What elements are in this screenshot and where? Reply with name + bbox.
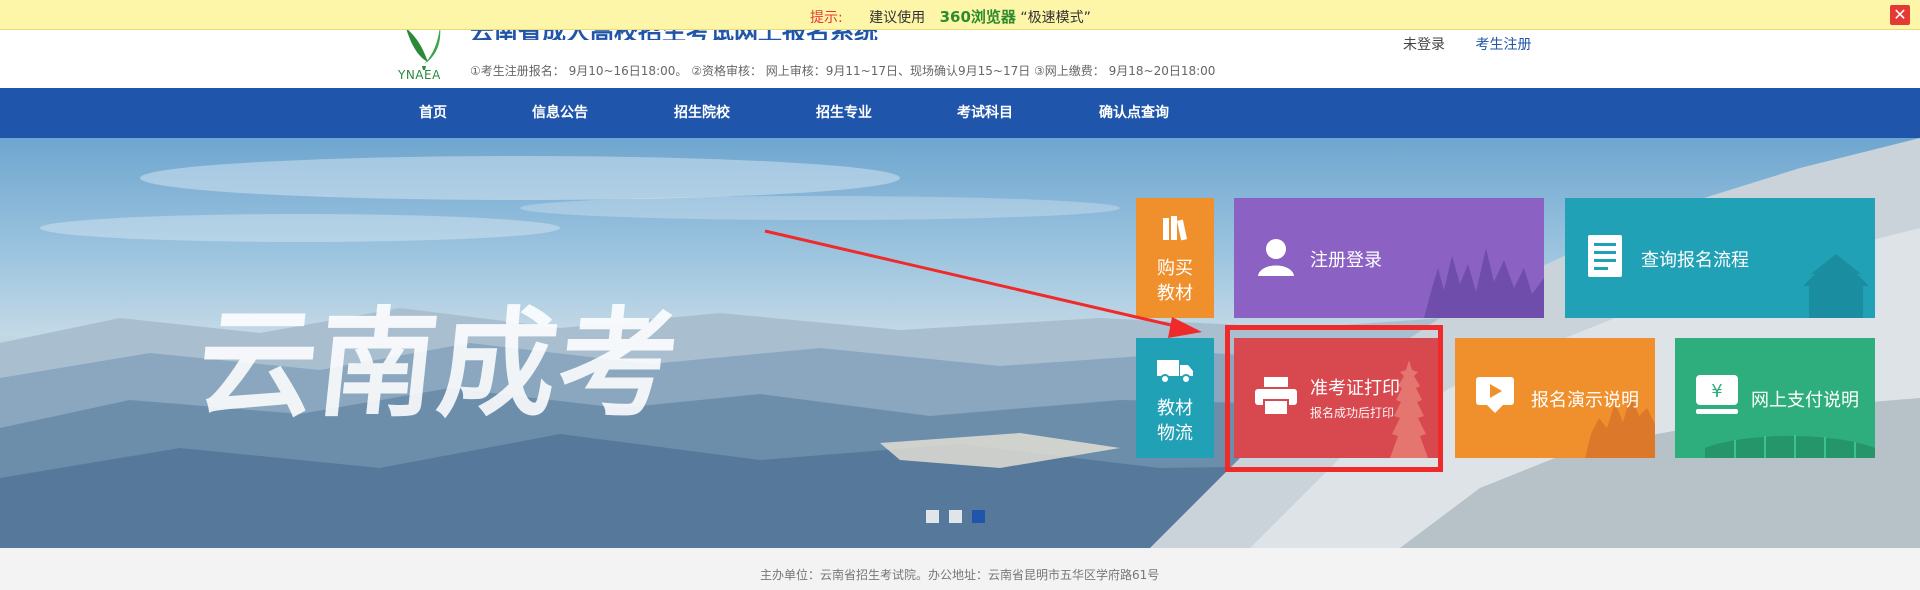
book-logistics-line2: 物流 — [1157, 423, 1193, 444]
logo-text: YNAEA — [398, 68, 441, 82]
truck-icon — [1157, 360, 1193, 384]
nav-item-subjects[interactable]: 考试科目 — [957, 88, 1013, 138]
carousel-dot-3[interactable] — [972, 510, 985, 523]
books-icon — [1163, 216, 1188, 241]
document-icon — [1588, 235, 1622, 277]
register-login-tile[interactable]: 注册登录 — [1234, 198, 1544, 318]
nav-item-confirm-points[interactable]: 确认点查询 — [1099, 88, 1169, 138]
notice-mode: “极速模式” — [1020, 10, 1091, 26]
registration-demo-tile[interactable]: 报名演示说明 — [1455, 338, 1655, 458]
nav-item-colleges[interactable]: 招生院校 — [674, 88, 730, 138]
annotation-highlight-box — [1225, 325, 1443, 472]
notice-prefix: 建议使用 — [869, 10, 926, 26]
registration-demo-label: 报名演示说明 — [1531, 390, 1639, 411]
site-footer: 主办单位：云南省招生考试院。办公地址：云南省昆明市五华区学府路61号 — [0, 548, 1920, 590]
register-login-label: 注册登录 — [1310, 250, 1382, 271]
book-logistics-tile[interactable]: 教材 物流 — [1136, 338, 1214, 458]
bridge-decoration — [1705, 435, 1875, 458]
query-process-label: 查询报名流程 — [1641, 250, 1749, 271]
register-link[interactable]: 考生注册 — [1475, 37, 1531, 53]
user-links: 未登录 考生注册 — [1403, 34, 1531, 54]
query-process-tile[interactable]: 查询报名流程 — [1565, 198, 1875, 318]
nav-item-announcements[interactable]: 信息公告 — [532, 88, 588, 138]
online-payment-tile[interactable]: ¥ 网上支付说明 — [1675, 338, 1875, 458]
yuan-icon: ¥ — [1696, 375, 1738, 414]
registration-schedule: ①考生注册报名： 9月10~16日18:00。 ②资格审核： 网上审核：9月11… — [470, 64, 1216, 78]
carousel-dot-2[interactable] — [949, 510, 962, 523]
buy-books-tile[interactable]: 购买 教材 — [1136, 198, 1214, 318]
nav-item-home[interactable]: 首页 — [419, 88, 447, 138]
notice-text: 提示: 建议使用 360浏览器 “极速模式” — [810, 6, 1091, 27]
tower-decoration — [1803, 254, 1869, 318]
nav-item-majors[interactable]: 招生专业 — [816, 88, 872, 138]
login-status: 未登录 — [1403, 37, 1445, 53]
carousel-dot-1[interactable] — [926, 510, 939, 523]
banner-calligraphy: 云南成考 — [191, 294, 687, 433]
rock-forest-decoration — [1424, 248, 1544, 318]
buy-books-line1: 购买 — [1157, 258, 1193, 279]
main-nav: 首页 信息公告 招生院校 招生专业 考试科目 确认点查询 — [0, 88, 1920, 138]
video-icon — [1476, 377, 1514, 413]
book-logistics-line1: 教材 — [1157, 398, 1193, 419]
notice-browser: 360浏览器 — [939, 8, 1016, 26]
browser-notice-bar: 提示: 建议使用 360浏览器 “极速模式” ✕ — [0, 0, 1920, 30]
user-icon — [1258, 239, 1294, 276]
buy-books-line2: 教材 — [1157, 283, 1193, 304]
online-payment-label: 网上支付说明 — [1751, 390, 1859, 411]
footer-text: 主办单位：云南省招生考试院。办公地址：云南省昆明市五华区学府路61号 — [760, 568, 1160, 582]
notice-label: 提示: — [810, 10, 843, 26]
svg-text:¥: ¥ — [1711, 381, 1722, 402]
close-icon[interactable]: ✕ — [1890, 5, 1910, 25]
